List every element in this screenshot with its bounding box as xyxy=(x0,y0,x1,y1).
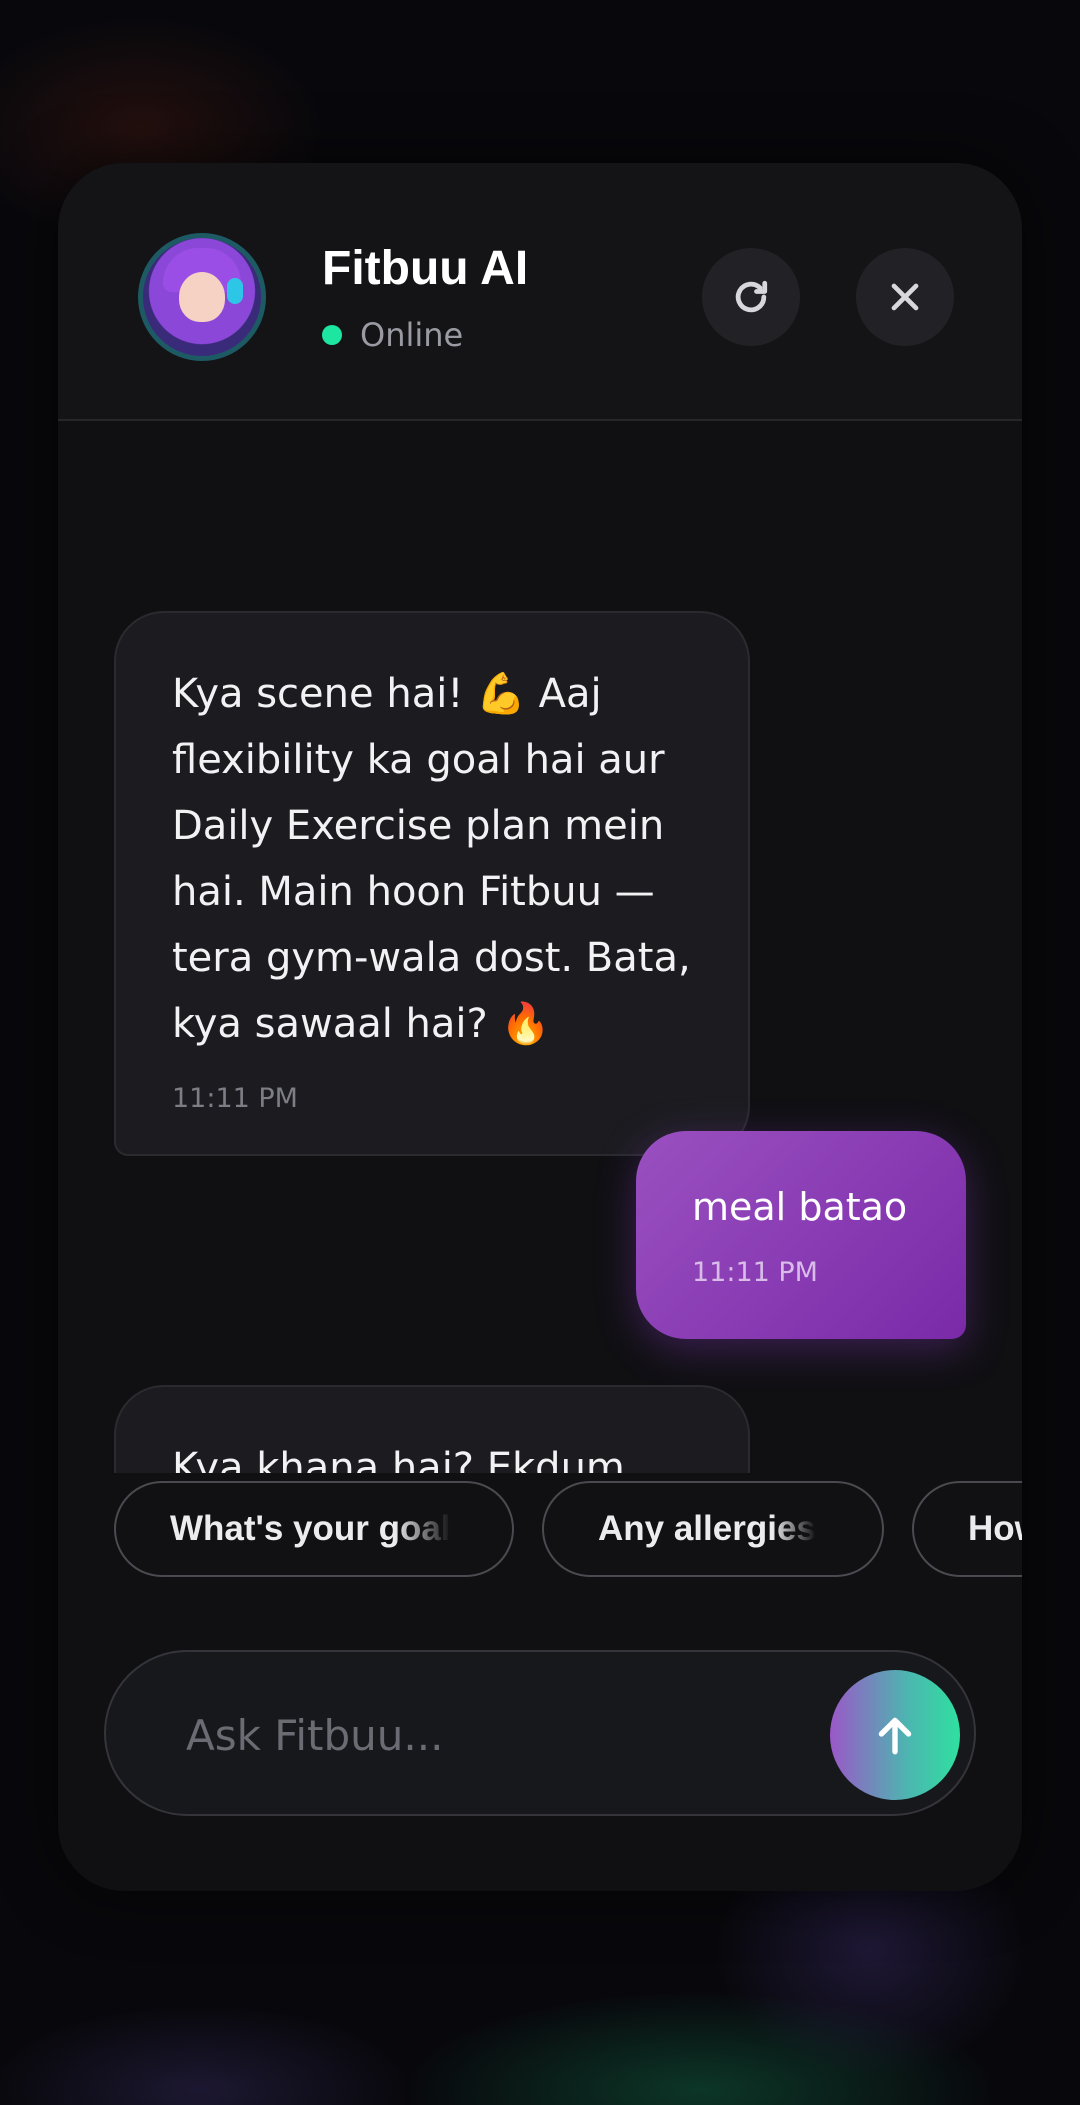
send-button[interactable] xyxy=(830,1670,960,1800)
message-time: 11:11 PM xyxy=(692,1257,818,1288)
message-text: Kya scene hai! 💪 Aaj flexibility ka goal… xyxy=(172,671,691,1047)
message-time: 11:11 PM xyxy=(172,1083,298,1114)
online-dot-icon xyxy=(322,325,342,345)
chip-label: Any allergies xyxy=(598,1509,816,1548)
suggestion-chips: What's your goal Any allergies How xyxy=(114,1481,1022,1585)
message-list[interactable]: Kya scene hai! 💪 Aaj flexibility ka goal… xyxy=(58,421,1022,1473)
avatar-face xyxy=(179,272,225,322)
message-text: Kya khana hai? Ekdum halka-phulka ya tho… xyxy=(172,1445,625,1473)
avatar xyxy=(138,233,266,361)
close-button[interactable] xyxy=(856,248,954,346)
assistant-message: Kya khana hai? Ekdum halka-phulka ya tho… xyxy=(114,1385,750,1473)
message-composer xyxy=(104,1650,976,1816)
chip-label: How xyxy=(968,1509,1022,1548)
refresh-button[interactable] xyxy=(702,248,800,346)
bot-name: Fitbuu AI xyxy=(322,242,529,295)
arrow-up-icon xyxy=(878,1717,912,1755)
message-input[interactable] xyxy=(184,1692,788,1778)
close-icon xyxy=(891,283,919,311)
chat-window: Fitbuu AI Online Kya scene hai! 💪 Aaj fl… xyxy=(58,163,1022,1891)
suggestion-chip[interactable]: What's your goal xyxy=(114,1481,514,1577)
user-message: meal batao 11:11 PM xyxy=(636,1131,966,1339)
online-status: Online xyxy=(322,315,463,355)
refresh-icon xyxy=(735,280,768,313)
status-label: Online xyxy=(360,316,464,354)
chip-label: What's your goal xyxy=(170,1509,451,1548)
suggestion-chip[interactable]: Any allergies xyxy=(542,1481,884,1577)
chat-header: Fitbuu AI Online xyxy=(58,163,1022,421)
suggestion-chip[interactable]: How xyxy=(912,1481,1022,1577)
avatar-headset xyxy=(227,278,243,304)
message-text: meal batao xyxy=(692,1185,908,1229)
assistant-message: Kya scene hai! 💪 Aaj flexibility ka goal… xyxy=(114,611,750,1156)
